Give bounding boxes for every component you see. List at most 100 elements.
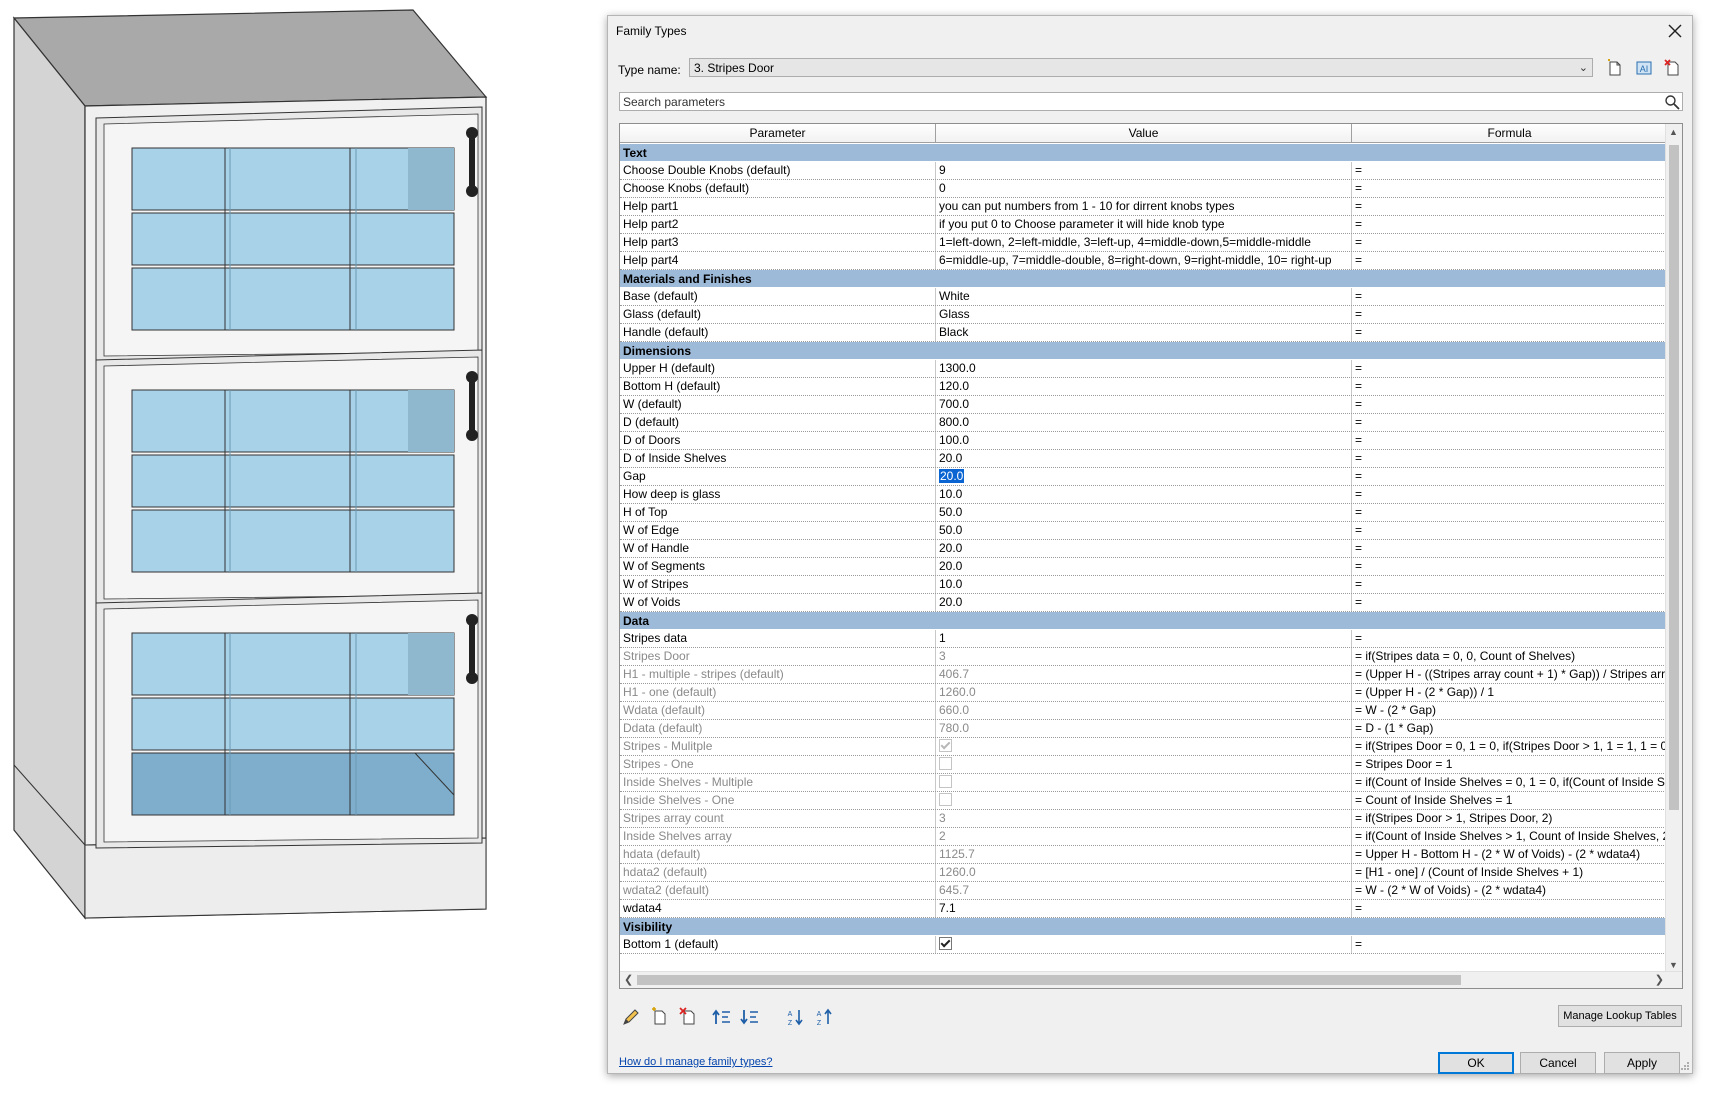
rename-type-icon[interactable]: AI [1634,58,1654,78]
parameter-formula[interactable]: = [1352,414,1668,431]
table-row[interactable]: hdata2 (default) 1260.0 = [H1 - one] / (Co… [620,864,1668,882]
table-row[interactable]: H of Top 50.0 = [620,504,1668,522]
table-row[interactable]: Ddata (default) 780.0 = D - (1 * Gap) [620,720,1668,738]
parameter-formula[interactable]: = if(Stripes Door = 0, 1 = 0, if(Stripes… [1352,738,1668,755]
scroll-up-icon[interactable]: ▲ [1669,127,1678,137]
parameter-formula[interactable]: = [1352,396,1668,413]
help-link[interactable]: How do I manage family types? [619,1056,772,1068]
table-row[interactable]: Base (default) White = [620,288,1668,306]
parameter-value[interactable]: 660.0 [936,702,1352,719]
manage-lookup-tables-button[interactable]: Manage Lookup Tables [1558,1005,1682,1027]
table-row[interactable]: W (default) 700.0 = [620,396,1668,414]
table-row[interactable]: Glass (default) Glass = [620,306,1668,324]
sort-ascending-icon[interactable]: A Z [784,1006,806,1028]
parameter-value[interactable]: 0 [936,180,1352,197]
resize-grip-icon[interactable] [1680,1061,1690,1071]
checkbox[interactable] [939,937,952,950]
table-row[interactable]: How deep is glass 10.0 = [620,486,1668,504]
parameter-formula[interactable]: = [1352,540,1668,557]
parameter-value[interactable]: you can put numbers from 1 - 10 for dirr… [936,198,1352,215]
parameter-formula[interactable]: = [1352,576,1668,593]
parameter-value[interactable]: 1 [936,630,1352,647]
parameter-value[interactable]: Black [936,324,1352,341]
parameter-formula[interactable]: = [1352,468,1668,485]
parameter-formula[interactable]: = [1352,378,1668,395]
parameter-value[interactable]: 700.0 [936,396,1352,413]
parameter-value[interactable]: 800.0 [936,414,1352,431]
parameter-value[interactable] [936,792,1352,809]
table-row[interactable]: W of Edge 50.0 = [620,522,1668,540]
parameter-formula[interactable]: = W - (2 * W of Voids) - (2 * wdata4) [1352,882,1668,899]
parameter-formula[interactable]: = [1352,450,1668,467]
parameter-value[interactable]: White [936,288,1352,305]
parameter-formula[interactable]: = [1352,594,1668,611]
table-row[interactable]: hdata (default) 1125.7 = Upper H - Bottom … [620,846,1668,864]
parameter-value[interactable]: 20.0 [936,594,1352,611]
group-header[interactable]: Dimensions [620,342,1668,360]
table-row[interactable]: Stripes - One = Stripes Door = 1 [620,756,1668,774]
table-row[interactable]: Bottom H (default) 120.0 = [620,378,1668,396]
scroll-down-icon[interactable]: ▼ [1669,960,1678,970]
parameter-formula[interactable]: = [1352,324,1668,341]
horizontal-scroll-thumb[interactable] [637,975,1461,985]
group-header[interactable]: Text [620,144,1668,162]
parameter-value[interactable]: 20.0 [936,558,1352,575]
parameter-value[interactable]: 645.7 [936,882,1352,899]
delete-type-icon[interactable] [1663,58,1683,78]
parameter-formula[interactable]: = if(Stripes data = 0, 0, Count of Shelv… [1352,648,1668,665]
parameter-value[interactable]: 20.0 [936,468,1352,485]
table-row[interactable]: Help part2 if you put 0 to Choose paramet… [620,216,1668,234]
parameter-value[interactable]: 120.0 [936,378,1352,395]
parameter-formula[interactable]: = [1352,558,1668,575]
parameter-formula[interactable]: = [1352,522,1668,539]
parameter-formula[interactable]: = Count of Inside Shelves = 1 [1352,792,1668,809]
parameter-formula[interactable]: = [1352,252,1668,269]
scroll-left-icon[interactable]: ❮ [624,973,633,986]
table-row[interactable]: Gap 20.0 = [620,468,1668,486]
parameter-value[interactable]: 10.0 [936,576,1352,593]
parameter-value[interactable]: 20.0 [936,540,1352,557]
delete-parameter-icon[interactable] [678,1006,700,1028]
parameter-value[interactable]: 10.0 [936,486,1352,503]
parameter-value[interactable]: 3 [936,648,1352,665]
parameter-value[interactable]: 3 [936,810,1352,827]
group-header[interactable]: Materials and Finishes [620,270,1668,288]
table-row[interactable]: Help part3 1=left-down, 2=left-middle, 3=… [620,234,1668,252]
vertical-scrollbar[interactable]: ▲ ▼ [1665,124,1682,973]
table-row[interactable]: Stripes Door 3 = if(Stripes data = 0, 0, C… [620,648,1668,666]
table-row[interactable]: Handle (default) Black = [620,324,1668,342]
vertical-scroll-thumb[interactable] [1669,145,1679,810]
parameter-value[interactable]: if you put 0 to Choose parameter it will… [936,216,1352,233]
parameter-value[interactable]: 2 [936,828,1352,845]
parameter-value[interactable]: 1260.0 [936,684,1352,701]
parameter-value[interactable]: 20.0 [936,450,1352,467]
parameter-formula[interactable]: = D - (1 * Gap) [1352,720,1668,737]
table-row[interactable]: W of Segments 20.0 = [620,558,1668,576]
parameter-value[interactable]: 1125.7 [936,846,1352,863]
table-row[interactable]: Choose Double Knobs (default) 9 = [620,162,1668,180]
table-row[interactable]: Help part1 you can put numbers from 1 - 1… [620,198,1668,216]
parameter-value[interactable]: 9 [936,162,1352,179]
parameter-formula[interactable]: = if(Count of Inside Shelves > 1, Count … [1352,828,1668,845]
table-row[interactable]: Choose Knobs (default) 0 = [620,180,1668,198]
parameter-formula[interactable]: = [1352,900,1668,917]
column-header-parameter[interactable]: Parameter [620,124,936,143]
parameter-value[interactable]: 7.1 [936,900,1352,917]
parameter-value[interactable]: 780.0 [936,720,1352,737]
parameter-value[interactable]: 6=middle-up, 7=middle-double, 8=right-do… [936,252,1352,269]
table-row[interactable]: wdata4 7.1 = [620,900,1668,918]
parameter-value[interactable] [936,756,1352,773]
parameter-formula[interactable]: = [1352,234,1668,251]
table-row[interactable]: Inside Shelves - Multiple = if(Count of I… [620,774,1668,792]
table-row[interactable]: Wdata (default) 660.0 = W - (2 * Gap) [620,702,1668,720]
parameter-value[interactable]: 100.0 [936,432,1352,449]
parameter-formula[interactable]: = [1352,306,1668,323]
parameter-value[interactable]: 50.0 [936,504,1352,521]
column-header-value[interactable]: Value [936,124,1352,143]
parameter-formula[interactable]: = [1352,162,1668,179]
table-row[interactable]: Help part4 6=middle-up, 7=middle-double, … [620,252,1668,270]
parameter-formula[interactable]: = [1352,630,1668,647]
parameter-value[interactable] [936,774,1352,791]
group-header[interactable]: Visibility [620,918,1668,936]
table-row[interactable]: Bottom 1 (default) = [620,936,1668,954]
